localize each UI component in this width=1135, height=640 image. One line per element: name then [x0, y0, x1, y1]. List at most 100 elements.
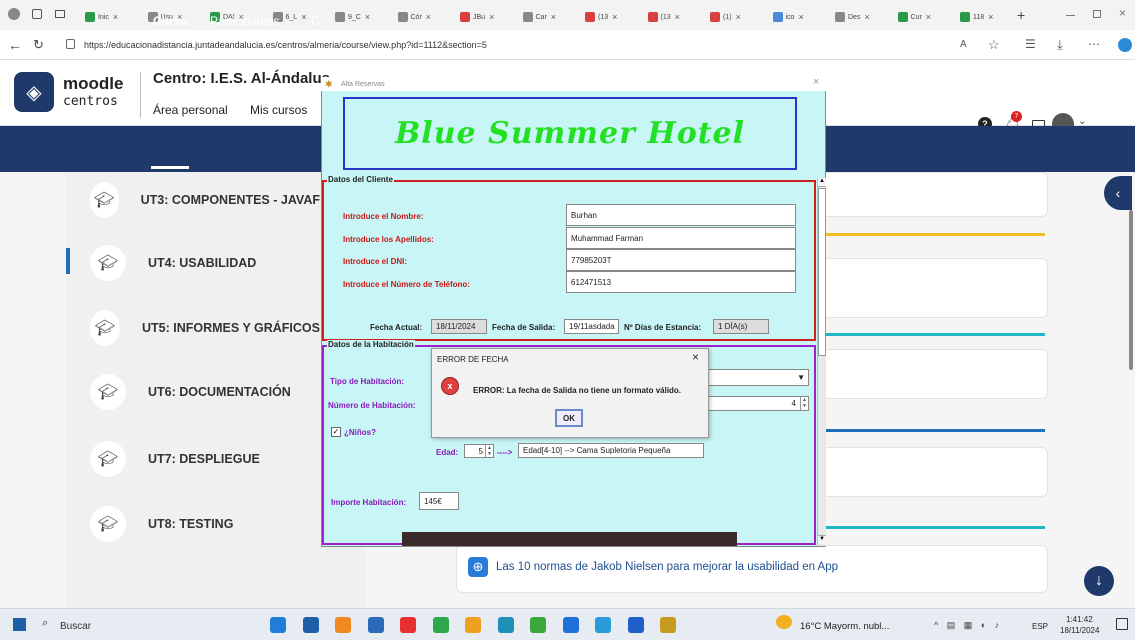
taskbar-task-icon[interactable]: [562, 617, 579, 633]
taskbar-app-icon[interactable]: [530, 617, 546, 633]
nombre-field[interactable]: Burhan: [566, 204, 796, 226]
drawer-toggle-button[interactable]: ‹: [1104, 176, 1132, 210]
taskbar-search-icon[interactable]: ⌕: [42, 617, 48, 630]
url-text: https://educacionadistancia.juntadeandal…: [84, 40, 487, 50]
browser-tab[interactable]: (13 ×: [645, 6, 705, 28]
taskbar-netbeans-icon[interactable]: [400, 617, 416, 633]
course-section-item[interactable]: 🎓︎ UT3: COMPONENTES - JAVAF: [90, 180, 320, 220]
tab-close-icon[interactable]: ×: [612, 12, 617, 22]
edad-spinner-arrows[interactable]: ▲ ▼: [485, 445, 493, 457]
ninos-checkbox[interactable]: ✓: [331, 427, 341, 437]
tab-close-icon[interactable]: ×: [926, 12, 931, 22]
taskbar-store-icon[interactable]: [367, 617, 384, 633]
system-tray-icons[interactable]: ^ ▤ ▦ ◐ ♪: [934, 620, 1002, 631]
tab-close-icon[interactable]: ×: [798, 12, 803, 22]
browser-tab[interactable]: Car ×: [520, 6, 580, 28]
page-scrollbar[interactable]: [1129, 210, 1133, 370]
taskbar-firefox-icon[interactable]: [335, 617, 351, 633]
dni-field[interactable]: 77985203T: [566, 249, 796, 271]
profile-icon[interactable]: [8, 8, 20, 20]
browser-tab[interactable]: Cur ×: [895, 6, 955, 28]
tab-close-icon[interactable]: ×: [113, 12, 118, 22]
taskbar-vscode-icon[interactable]: [497, 617, 514, 633]
browser-tab[interactable]: Inic ×: [82, 6, 142, 28]
scroll-down-button[interactable]: ↓: [1084, 566, 1114, 596]
app-close-icon[interactable]: ×: [813, 76, 819, 88]
app-scrollbar[interactable]: ▲ ▼: [817, 178, 826, 546]
tab-more[interactable]: C: [311, 14, 320, 28]
downloads-icon[interactable]: ⤓: [1057, 37, 1063, 53]
taskbar-file-explorer-icon[interactable]: [302, 617, 319, 633]
clock-time[interactable]: 1:41:42: [1066, 615, 1093, 624]
taskbar-word-icon[interactable]: [627, 617, 644, 633]
link-area-personal[interactable]: Área personal: [153, 103, 228, 117]
link-mis-cursos[interactable]: Mis cursos: [250, 103, 307, 117]
tab-close-icon[interactable]: ×: [301, 12, 306, 22]
taskbar-photos-icon[interactable]: [595, 617, 611, 633]
taskbar-whatsapp-icon[interactable]: [432, 617, 449, 633]
reload-icon[interactable]: ↻: [33, 37, 44, 53]
tipo-select[interactable]: ▼: [697, 369, 809, 386]
course-section-item[interactable]: 🎓︎ UT5: INFORMES Y GRÁFICOS: [90, 308, 320, 348]
close-window-icon[interactable]: ×: [1119, 6, 1126, 20]
course-section-item[interactable]: 🎓︎ UT4: USABILIDAD: [90, 243, 320, 283]
taskbar-java-icon[interactable]: [660, 617, 676, 633]
course-section-item[interactable]: 🎓︎ UT8: TESTING: [90, 504, 320, 544]
favorite-icon[interactable]: ☆: [988, 37, 1000, 53]
url-field[interactable]: https://educacionadistancia.juntadeandal…: [60, 34, 952, 56]
read-aloud-icon[interactable]: A: [960, 39, 967, 50]
section-divider: [826, 333, 1045, 336]
tab-favicon-icon: [772, 12, 783, 22]
fecha-salida-field[interactable]: 19/11asdada: [564, 319, 619, 334]
clock-date[interactable]: 18/11/2024: [1060, 626, 1099, 635]
new-tab-button[interactable]: +: [1017, 7, 1025, 23]
windows-start-icon[interactable]: [13, 618, 26, 631]
browser-tab[interactable]: ico ×: [770, 6, 830, 28]
numero-spinner-arrows[interactable]: ▲ ▼: [800, 397, 808, 410]
course-section-item[interactable]: 🎓︎ UT6: DOCUMENTACIÓN: [90, 372, 320, 412]
taskbar-edge-icon[interactable]: [270, 617, 286, 633]
minimize-icon[interactable]: [1066, 15, 1075, 16]
tab-close-icon[interactable]: ×: [489, 12, 494, 22]
scroll-down-icon[interactable]: ▼: [818, 535, 826, 544]
tab-close-icon[interactable]: ×: [988, 12, 993, 22]
workspaces-icon[interactable]: [32, 9, 42, 19]
copilot-icon[interactable]: [1118, 38, 1132, 52]
language-indicator[interactable]: ESP: [1032, 622, 1048, 631]
moodle-logo-icon[interactable]: ◈: [14, 72, 54, 112]
back-icon[interactable]: ←: [8, 37, 22, 53]
taskbar-search-input[interactable]: Buscar: [60, 621, 91, 632]
browser-tab[interactable]: 9_C ×: [332, 6, 392, 28]
tab-participantes[interactable]: Participantes: [210, 14, 279, 28]
site-info-icon[interactable]: [66, 39, 75, 49]
tab-actions-icon[interactable]: [55, 10, 65, 18]
browser-tab[interactable]: JBu ×: [457, 6, 517, 28]
dialog-close-icon[interactable]: ×: [692, 350, 699, 364]
resource-link[interactable]: Las 10 normas de Jakob Nielsen para mejo…: [496, 561, 838, 573]
scroll-thumb[interactable]: [818, 188, 826, 356]
tab-close-icon[interactable]: ×: [426, 12, 431, 22]
tab-close-icon[interactable]: ×: [864, 12, 869, 22]
telefono-field[interactable]: 612471513: [566, 271, 796, 293]
browser-tab[interactable]: Des ×: [832, 6, 892, 28]
ok-button[interactable]: OK: [555, 409, 583, 427]
tab-close-icon[interactable]: ×: [551, 12, 556, 22]
notifications-center-icon[interactable]: [1116, 618, 1128, 630]
more-icon[interactable]: ⋯: [1088, 37, 1100, 51]
browser-tab[interactable]: 118 ×: [957, 6, 1017, 28]
tab-close-icon[interactable]: ×: [675, 12, 680, 22]
browser-tab[interactable]: (13 ×: [582, 6, 642, 28]
tab-close-icon[interactable]: ×: [365, 12, 370, 22]
numero-spinner[interactable]: 4: [697, 396, 809, 411]
scroll-up-icon[interactable]: ▲: [818, 178, 826, 187]
tab-curso[interactable]: Curso: [153, 14, 188, 28]
browser-tab[interactable]: (1) ×: [707, 6, 767, 28]
weather-text[interactable]: 16°C Mayorm. nubl...: [800, 621, 889, 632]
apellidos-field[interactable]: Muhammad Farman: [566, 227, 796, 249]
restore-icon[interactable]: [1093, 10, 1101, 18]
course-section-item[interactable]: 🎓︎ UT7: DESPLIEGUE: [90, 439, 320, 479]
tab-close-icon[interactable]: ×: [736, 12, 741, 22]
taskbar-chrome-icon[interactable]: [465, 617, 481, 633]
favorites-list-icon[interactable]: ☰: [1025, 37, 1036, 51]
browser-tab[interactable]: Cór ×: [395, 6, 455, 28]
